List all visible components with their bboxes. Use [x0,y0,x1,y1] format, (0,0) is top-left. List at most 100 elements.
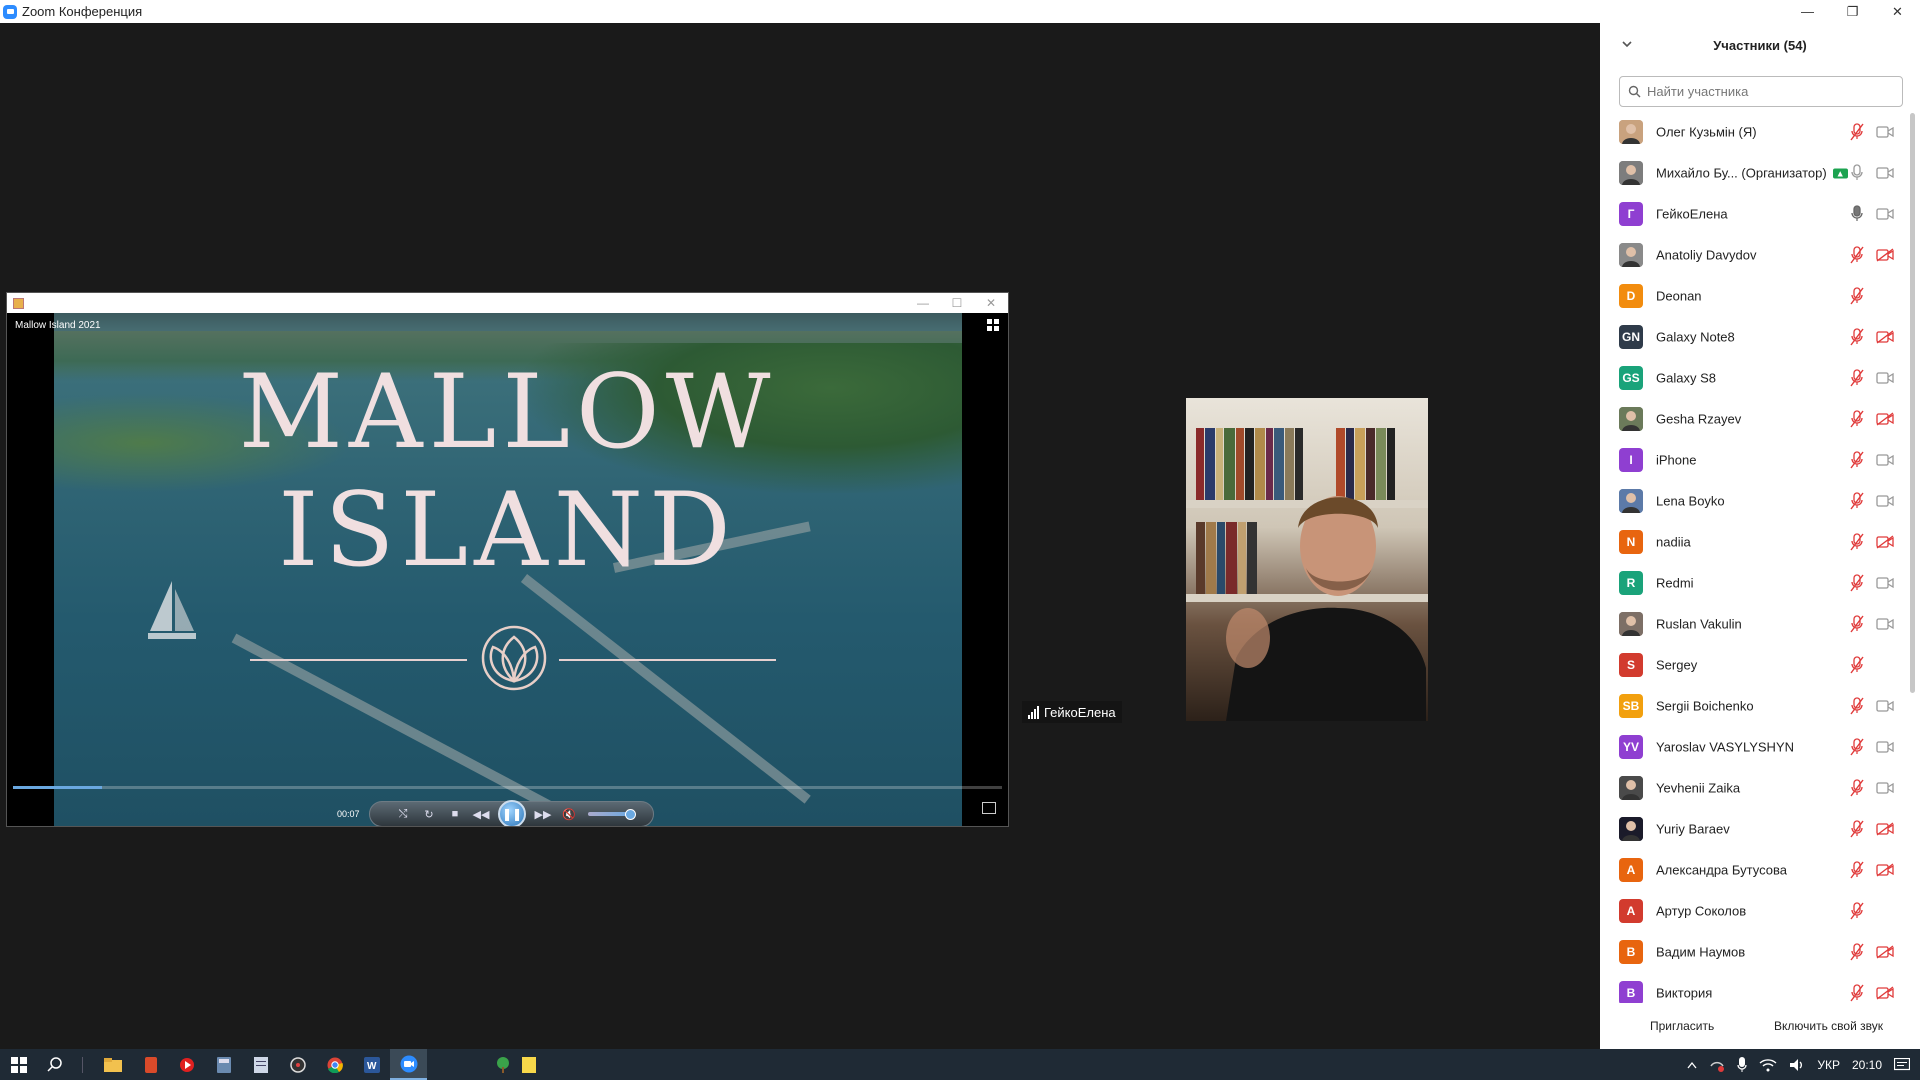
microphone-muted-icon[interactable] [1850,737,1864,756]
participant-row[interactable]: D Deonan [1600,275,1907,316]
microphone-muted-icon[interactable] [1850,286,1864,305]
stop-button[interactable]: ■ [442,804,468,824]
previous-button[interactable]: ◀◀ [468,804,494,824]
microphone-muted-icon[interactable] [1850,245,1864,264]
microphone-muted-icon[interactable] [1850,409,1864,428]
volume-slider[interactable] [588,809,636,820]
word-icon[interactable]: W [353,1049,390,1080]
participant-search[interactable] [1619,76,1903,107]
participant-row[interactable]: Михайло Бу... (Организатор) ▲ [1600,152,1907,193]
clock[interactable]: 20:10 [1852,1058,1882,1072]
participant-row[interactable]: A Артур Соколов [1600,890,1907,931]
media-player-title-bar[interactable]: — ☐ ✕ [7,293,1008,313]
app-icon[interactable] [132,1049,169,1080]
participant-row[interactable]: Anatoliy Davydov [1600,234,1907,275]
file-explorer-icon[interactable] [94,1049,131,1080]
close-button[interactable]: ✕ [1875,0,1920,23]
media-player-window[interactable]: — ☐ ✕ MALLOW ISLAND Mallow Island 2021 0… [6,292,1009,827]
video-off-icon[interactable] [1876,411,1894,426]
windows-start-icon[interactable] [0,1049,37,1080]
chevron-down-icon[interactable] [1620,37,1634,51]
video-off-icon[interactable] [1876,247,1894,262]
participant-row[interactable]: Nnadiia [1600,521,1907,562]
participant-row[interactable]: YV Yaroslav VASYLYSHYN [1600,726,1907,767]
video-off-icon[interactable] [1876,985,1894,1000]
fullscreen-icon[interactable] [986,318,1000,332]
participant-row[interactable]: B Вадим Наумов [1600,931,1907,972]
seek-bar[interactable] [13,786,1002,789]
microphone-muted-icon[interactable] [1850,655,1864,674]
player-restore-button[interactable]: ☐ [940,293,974,313]
microphone-icon[interactable] [1850,163,1864,182]
restore-button[interactable]: ❐ [1830,0,1875,23]
participant-row[interactable]: Gesha Rzayev [1600,398,1907,439]
microphone-muted-icon[interactable] [1850,696,1864,715]
network-alert-icon[interactable] [1709,1058,1725,1072]
player-minimize-button[interactable]: — [906,293,940,313]
microphone-muted-icon[interactable] [1850,614,1864,633]
video-camera-icon[interactable] [1876,453,1894,467]
video-off-icon[interactable] [1876,821,1894,836]
participant-row[interactable]: A Александра Бутусова [1600,849,1907,890]
participant-row[interactable]: S Sergey [1600,644,1907,685]
media-icon[interactable] [168,1049,205,1080]
microphone-muted-icon[interactable] [1850,983,1864,1002]
microphone-muted-icon[interactable] [1850,860,1864,879]
video-camera-icon[interactable] [1876,781,1894,795]
microphone-muted-icon[interactable] [1850,778,1864,797]
next-button[interactable]: ▶▶ [530,804,556,824]
microphone-muted-icon[interactable] [1850,819,1864,838]
microphone-muted-icon[interactable] [1850,942,1864,961]
mute-button[interactable]: 🔇 [556,804,582,824]
participant-row[interactable]: Олег Кузьмін (Я) [1600,111,1907,152]
participant-row[interactable]: Yevhenii Zaika [1600,767,1907,808]
shuffle-button[interactable]: ⤭ [390,804,416,824]
search-input[interactable] [1647,84,1887,99]
speaker-video-tile[interactable] [1186,398,1428,721]
minimize-button[interactable]: — [1785,0,1830,23]
participant-row[interactable]: Yuriy Baraev [1600,808,1907,849]
video-camera-icon[interactable] [1876,740,1894,754]
notepad-icon[interactable] [242,1049,279,1080]
volume-icon[interactable] [1789,1058,1805,1072]
video-camera-icon[interactable] [1876,207,1894,221]
video-off-icon[interactable] [1876,862,1894,877]
microphone-muted-icon[interactable] [1850,122,1864,141]
participant-row[interactable]: Г ГейкоЕлена [1600,193,1907,234]
microphone-muted-icon[interactable] [1850,368,1864,387]
participant-row[interactable]: B Виктория [1600,972,1907,1003]
chevron-up-icon[interactable] [1687,1061,1697,1069]
video-off-icon[interactable] [1876,329,1894,344]
video-camera-icon[interactable] [1876,371,1894,385]
zoom-icon[interactable] [390,1049,427,1080]
wifi-icon[interactable] [1759,1058,1777,1072]
participant-row[interactable]: SB Sergii Boichenko [1600,685,1907,726]
video-camera-icon[interactable] [1876,166,1894,180]
player-close-button[interactable]: ✕ [974,293,1008,313]
microphone-muted-icon[interactable] [1850,327,1864,346]
video-camera-icon[interactable] [1876,125,1894,139]
video-camera-icon[interactable] [1876,617,1894,631]
microphone-muted-icon[interactable] [1850,532,1864,551]
microphone-muted-icon[interactable] [1850,573,1864,592]
unmute-self-button[interactable]: Включить свой звук [1766,1015,1891,1037]
participant-row[interactable]: GN Galaxy Note8 [1600,316,1907,357]
microphone-icon[interactable] [1850,204,1864,223]
notification-icon[interactable] [1894,1057,1910,1072]
video-off-icon[interactable] [1876,534,1894,549]
search-icon[interactable] [36,1049,73,1080]
participant-row[interactable]: Lena Boyko [1600,480,1907,521]
input-language[interactable]: УКР [1817,1058,1840,1072]
switch-to-library-icon[interactable] [982,802,996,814]
video-camera-icon[interactable] [1876,576,1894,590]
chrome-icon[interactable] [316,1049,353,1080]
repeat-button[interactable]: ↻ [416,804,442,824]
pause-button[interactable]: ❚❚ [498,800,526,826]
calculator-icon[interactable] [205,1049,242,1080]
microphone-muted-icon[interactable] [1850,901,1864,920]
sticky-notes-icon[interactable] [510,1049,547,1080]
scrollbar[interactable] [1910,113,1915,693]
invite-button[interactable]: Пригласить [1642,1015,1722,1037]
video-frame[interactable]: MALLOW ISLAND Mallow Island 2021 00:07 ⤭… [7,313,1008,826]
microphone-icon[interactable] [1737,1056,1747,1073]
